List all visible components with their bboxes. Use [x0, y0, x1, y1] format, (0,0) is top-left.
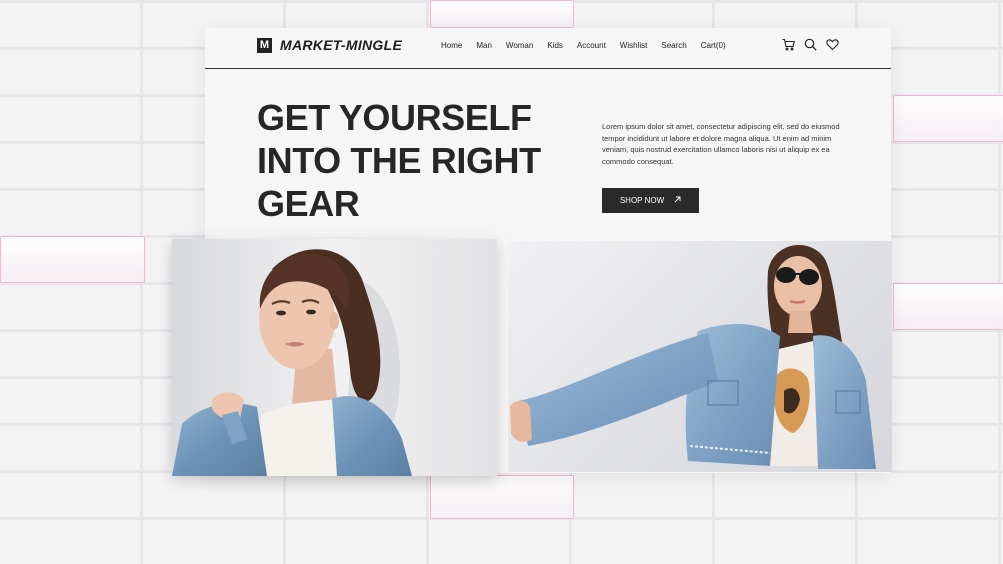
- hero-headline: GET YOURSELF INTO THE RIGHT GEAR: [257, 96, 557, 225]
- hero-photo-woman-sunglasses: [508, 241, 892, 472]
- nav-link-woman[interactable]: Woman: [506, 41, 533, 50]
- hero-photo-woman-ponytail: [172, 239, 497, 476]
- nav-link-wishlist[interactable]: Wishlist: [620, 41, 648, 50]
- accent-tile: [893, 95, 1003, 142]
- top-navigation: M MARKET-MINGLE Home Man Woman Kids Acco…: [205, 28, 891, 69]
- headline-line: GET YOURSELF: [257, 97, 532, 138]
- nav-links: Home Man Woman Kids Account Wishlist Sea…: [441, 41, 726, 50]
- logo-mark: M: [257, 37, 272, 53]
- brand-logo[interactable]: M MARKET-MINGLE: [257, 37, 402, 53]
- arrow-up-right-icon: [674, 196, 681, 205]
- brand-name: MARKET-MINGLE: [280, 37, 403, 53]
- accent-tile: [893, 283, 1003, 330]
- nav-link-man[interactable]: Man: [476, 41, 492, 50]
- hero-description: Lorem ipsum dolor sit amet, consectetur …: [602, 122, 840, 166]
- accent-tile: [430, 475, 574, 519]
- headline-line: GEAR: [257, 183, 360, 224]
- cart-icon[interactable]: [782, 38, 795, 51]
- shop-now-button[interactable]: SHOP NOW: [602, 188, 699, 213]
- accent-tile: [430, 0, 574, 28]
- nav-link-search[interactable]: Search: [661, 41, 686, 50]
- search-icon[interactable]: [804, 38, 817, 51]
- nav-link-cart[interactable]: Cart(0): [701, 41, 726, 50]
- heart-icon[interactable]: [826, 38, 839, 51]
- nav-link-kids[interactable]: Kids: [547, 41, 563, 50]
- shop-now-label: SHOP NOW: [619, 196, 665, 205]
- nav-link-account[interactable]: Account: [577, 41, 606, 50]
- headline-line: INTO THE RIGHT: [257, 140, 541, 181]
- nav-icons: [782, 38, 839, 51]
- nav-link-home[interactable]: Home: [441, 41, 462, 50]
- accent-tile: [0, 236, 145, 283]
